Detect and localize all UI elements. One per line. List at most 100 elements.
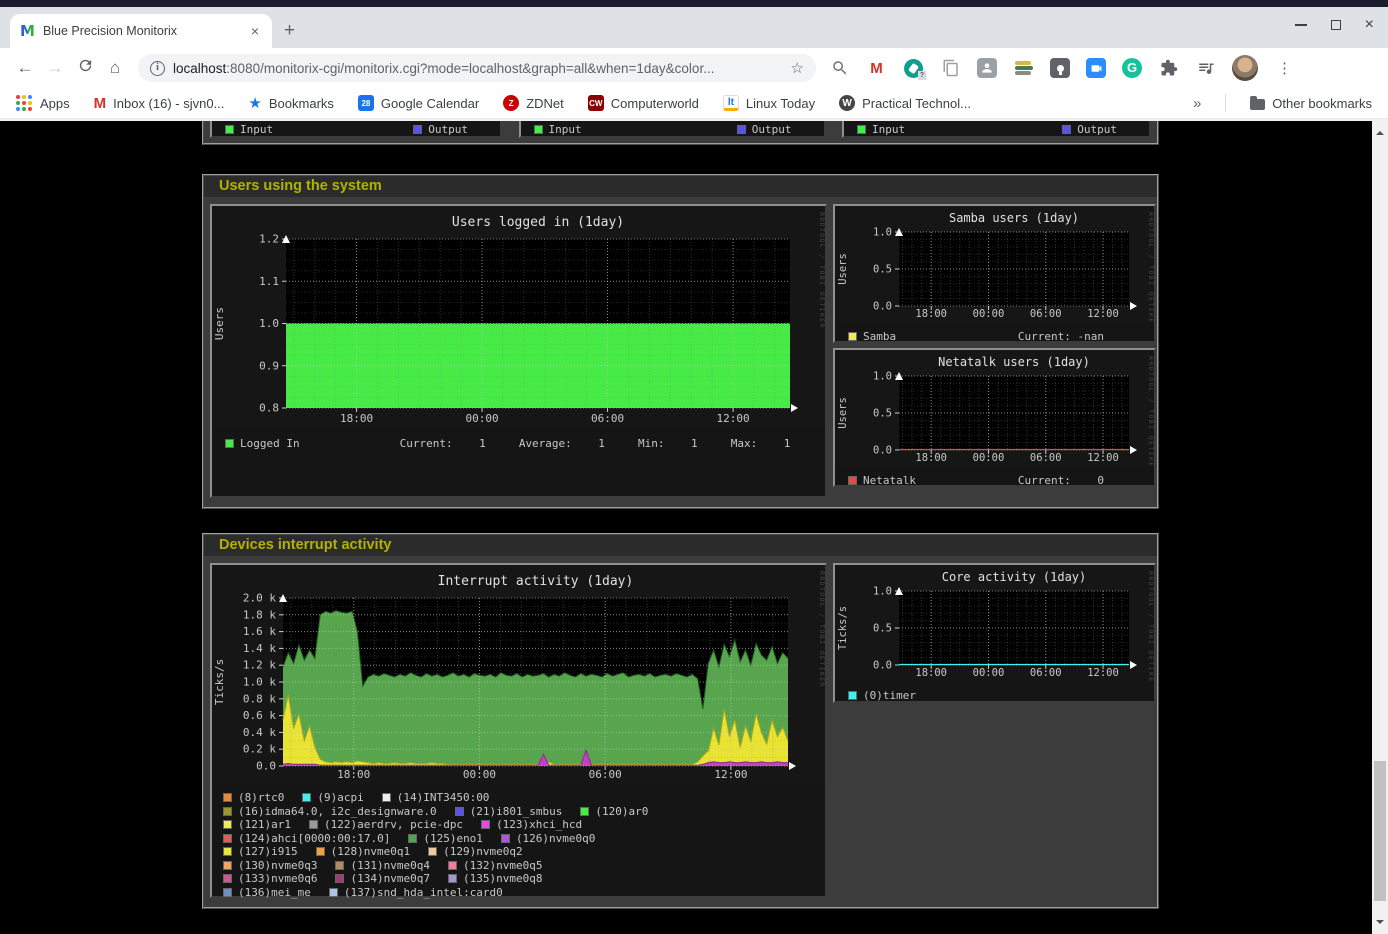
bookmark-linux-today[interactable]: lt Linux Today — [723, 95, 815, 111]
zdnet-icon: Z — [503, 95, 519, 111]
svg-text:18:00: 18:00 — [915, 308, 947, 320]
svg-text:Core activity (1day): Core activity (1day) — [942, 570, 1087, 584]
scroll-up-arrow-icon[interactable] — [1376, 127, 1384, 135]
legend-item: (120)ar0 — [580, 805, 648, 818]
legend-label: (134)nvme0q7 — [350, 872, 429, 885]
legend-swatch — [223, 888, 232, 897]
legend-row: (136)mei_me(137)snd_hda_intel:card0 — [223, 886, 825, 900]
bookmark-zdnet[interactable]: Z ZDNet — [503, 95, 564, 111]
window-close-button[interactable]: × — [1365, 20, 1374, 30]
scroll-down-arrow-icon[interactable] — [1376, 920, 1384, 928]
page-scrollbar[interactable] — [1372, 121, 1388, 934]
legend-label: (130)nvme0q3 — [238, 859, 317, 872]
bookmark-practical-technology[interactable]: W Practical Technol... — [839, 95, 971, 111]
legend-swatch — [481, 820, 490, 829]
svg-text:1.2 k: 1.2 k — [243, 659, 276, 672]
bookmark-apps[interactable]: Apps — [16, 95, 70, 112]
home-button[interactable]: ⌂ — [100, 58, 130, 78]
interrupt-activity-graph: 0.00.2 k0.4 k0.6 k0.8 k1.0 k1.2 k1.4 k1.… — [212, 565, 825, 899]
legend-label: (132)nvme0q5 — [463, 859, 542, 872]
google-voice-extension-icon[interactable]: ? — [903, 58, 924, 79]
bookmark-star-icon[interactable]: ☆ — [791, 59, 804, 77]
svg-text:Ticks/s: Ticks/s — [837, 606, 849, 650]
window-maximize-button[interactable] — [1331, 20, 1341, 30]
profile-box-extension-icon[interactable] — [977, 58, 997, 78]
reading-list-icon[interactable] — [1195, 58, 1216, 79]
samba-legend: SambaCurrent: -nan — [835, 329, 1154, 343]
users-section-title: Users using the system — [204, 176, 1157, 197]
legend-item: (16)idma64.0, i2c_designware.0 — [223, 805, 437, 818]
browser-tab[interactable]: M Blue Precision Monitorix × — [10, 14, 272, 48]
grammarly-extension-icon[interactable]: G — [1122, 58, 1142, 78]
extensions-puzzle-icon[interactable] — [1158, 58, 1179, 79]
bookmark-google-calendar[interactable]: 28 Google Calendar — [358, 95, 479, 111]
legend-label: (128)nvme0q1 — [331, 845, 410, 858]
svg-text:1.0: 1.0 — [873, 586, 892, 598]
tab-close-icon[interactable]: × — [248, 23, 262, 39]
svg-text:06:00: 06:00 — [589, 768, 622, 781]
legend-swatch — [848, 332, 857, 341]
legend-label: (127)i915 — [238, 845, 298, 858]
legend-label: Netatalk — [863, 474, 916, 487]
reload-icon — [77, 57, 94, 74]
bookmark-computerworld[interactable]: CW Computerworld — [588, 95, 699, 111]
copy-extension-icon[interactable] — [940, 58, 961, 79]
svg-text:0.5: 0.5 — [873, 408, 892, 420]
tab-title: Blue Precision Monitorix — [43, 24, 240, 38]
bookmark-bookmarks[interactable]: ★ Bookmarks — [248, 94, 333, 112]
legend-row: (127)i915(128)nvme0q1(129)nvme0q2 — [223, 845, 825, 859]
folder-icon — [1250, 99, 1265, 110]
legend-item: (125)eno1 — [408, 832, 483, 845]
svg-text:0.5: 0.5 — [873, 623, 892, 635]
legend-label: (14)INT3450:00 — [397, 791, 490, 804]
forward-button[interactable]: → — [40, 58, 70, 78]
url-bar[interactable]: i localhost:8080/monitorix-cgi/monitorix… — [138, 54, 816, 82]
svg-text:1.0 k: 1.0 k — [243, 676, 276, 689]
input-legend-label: Input — [240, 123, 273, 136]
legend-item: Logged In — [225, 437, 300, 450]
profile-avatar[interactable] — [1232, 55, 1258, 81]
svg-text:1.1: 1.1 — [259, 275, 279, 288]
input-legend-label: Input — [872, 123, 905, 136]
bookmark-inbox[interactable]: M Inbox (16) - sjvn0... — [94, 95, 225, 112]
reload-button[interactable] — [70, 57, 100, 79]
gmail-extension-icon[interactable]: M — [866, 58, 887, 79]
netatalk-users-panel: 0.00.51.018:0000:0006:0012:00Netatalk us… — [833, 348, 1156, 487]
search-extension-icon[interactable] — [829, 58, 850, 79]
legend-item: (134)nvme0q7 — [335, 872, 429, 885]
svg-text:0.8: 0.8 — [259, 402, 279, 415]
svg-text:1.0: 1.0 — [259, 317, 279, 330]
bookmarks-overflow-chevron[interactable]: » — [1193, 95, 1201, 112]
svg-text:06:00: 06:00 — [591, 412, 624, 425]
netatalk-users-graph: 0.00.51.018:0000:0006:0012:00Netatalk us… — [835, 350, 1154, 487]
window-minimize-button[interactable] — [1295, 24, 1307, 26]
legend-swatch — [223, 807, 232, 816]
samba-users-panel: 0.00.51.018:0000:0006:0012:00Samba users… — [833, 204, 1156, 343]
legend-swatch — [848, 691, 857, 700]
bookmarks-bar: Apps M Inbox (16) - sjvn0... ★ Bookmarks… — [0, 88, 1388, 119]
legend-item: (127)i915 — [223, 845, 298, 858]
legend-item: (123)xhci_hcd — [481, 818, 582, 831]
book-stack-extension-icon[interactable] — [1013, 58, 1034, 79]
browser-window: M Blue Precision Monitorix × + × ← → ⌂ i… — [0, 0, 1388, 934]
legend-item: (126)nvme0q0 — [501, 832, 595, 845]
other-bookmarks[interactable]: Other bookmarks — [1250, 96, 1372, 111]
browser-menu-kebab-icon[interactable]: ⋮ — [1274, 58, 1295, 79]
legend-swatch — [848, 476, 857, 485]
output-legend-swatch — [737, 125, 746, 134]
new-tab-button[interactable]: + — [284, 21, 295, 40]
back-button[interactable]: ← — [10, 58, 40, 78]
browser-toolbar: ← → ⌂ i localhost:8080/monitorix-cgi/mon… — [0, 48, 1388, 88]
network-graph-panel: Input Output — [519, 121, 826, 138]
tab-strip: M Blue Precision Monitorix × + × — [0, 7, 1388, 48]
info-icon[interactable]: i — [150, 61, 165, 76]
svg-text:06:00: 06:00 — [1030, 452, 1062, 464]
svg-text:RRDTOOL / TOBI OETIKER: RRDTOOL / TOBI OETIKER — [818, 571, 825, 688]
svg-text:0.2 k: 0.2 k — [243, 743, 276, 756]
input-legend-label: Input — [549, 123, 582, 136]
scrollbar-thumb[interactable] — [1374, 761, 1386, 901]
video-meet-extension-icon[interactable] — [1086, 58, 1106, 78]
lightbulb-extension-icon[interactable] — [1050, 58, 1070, 78]
svg-text:Interrupt activity (1day): Interrupt activity (1day) — [438, 574, 634, 589]
legend-row: (121)ar1(122)aerdrv, pcie-dpc(123)xhci_h… — [223, 818, 825, 832]
